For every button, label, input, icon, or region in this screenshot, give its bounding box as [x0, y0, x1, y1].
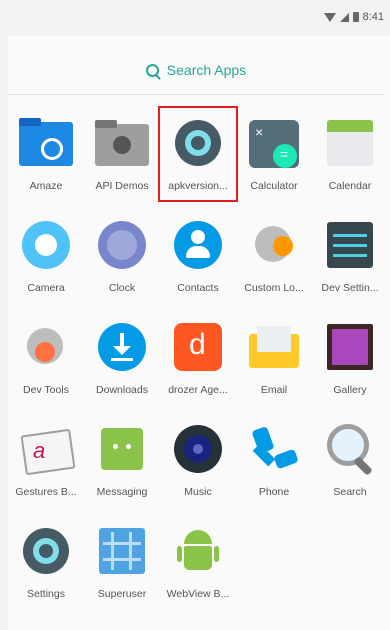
- app-music[interactable]: Music: [160, 414, 236, 506]
- downloads-icon: [93, 318, 151, 376]
- android-icon: [169, 522, 227, 580]
- app-label: Dev Settin...: [321, 282, 379, 294]
- calculator-icon: × =: [245, 114, 303, 172]
- drozer-icon: d: [169, 318, 227, 376]
- app-label: Messaging: [96, 486, 148, 498]
- app-label: Clock: [108, 282, 136, 294]
- app-contacts[interactable]: Contacts: [160, 210, 236, 302]
- superuser-icon: [93, 522, 151, 580]
- gallery-icon: [321, 318, 379, 376]
- app-label: apkversion...: [168, 180, 228, 192]
- custom-locale-icon: [245, 216, 303, 274]
- app-amaze[interactable]: Amaze: [8, 108, 84, 200]
- api-demos-folder-icon: [93, 114, 151, 172]
- app-drozer[interactable]: d drozer Age...: [160, 312, 236, 404]
- app-label: Music: [184, 486, 212, 498]
- app-dev-settings[interactable]: Dev Settin...: [312, 210, 388, 302]
- gestures-icon: a: [17, 420, 76, 478]
- app-label: Phone: [258, 486, 290, 498]
- app-drawer: Search Apps Amaze API Demos apkversion..…: [8, 36, 390, 630]
- app-label: drozer Age...: [168, 384, 228, 396]
- status-time: 8:41: [362, 11, 384, 23]
- app-label: Gestures B...: [15, 486, 77, 498]
- dev-tools-icon: [17, 318, 75, 376]
- phone-icon: [245, 420, 303, 478]
- app-label: Downloads: [96, 384, 148, 396]
- app-calculator[interactable]: × = Calculator: [236, 108, 312, 200]
- app-gestures[interactable]: a Gestures B...: [8, 414, 84, 506]
- search-icon: [145, 63, 159, 77]
- wifi-icon: [323, 12, 336, 22]
- app-label: WebView B...: [166, 588, 230, 600]
- email-icon: [245, 318, 303, 376]
- calendar-icon: [321, 114, 379, 172]
- app-label: Email: [260, 384, 288, 396]
- app-label: Superuser: [97, 588, 147, 600]
- clock-icon: [93, 216, 151, 274]
- app-email[interactable]: Email: [236, 312, 312, 404]
- app-clock[interactable]: Clock: [84, 210, 160, 302]
- app-gallery[interactable]: Gallery: [312, 312, 388, 404]
- camera-icon: [17, 216, 75, 274]
- search-apps-label: Search Apps: [166, 62, 247, 78]
- app-camera[interactable]: Camera: [8, 210, 84, 302]
- app-phone[interactable]: Phone: [236, 414, 312, 506]
- battery-icon: [352, 12, 359, 22]
- app-label: Search: [333, 486, 367, 498]
- app-apkversion[interactable]: apkversion...: [158, 106, 238, 202]
- messaging-icon: [93, 420, 151, 478]
- app-superuser[interactable]: Superuser: [84, 516, 160, 608]
- app-label: Amaze: [29, 180, 63, 192]
- search-apps-bar[interactable]: Search Apps: [8, 50, 384, 90]
- app-search[interactable]: Search: [312, 414, 388, 506]
- app-calendar[interactable]: Calendar: [312, 108, 388, 200]
- app-label: Calculator: [250, 180, 298, 192]
- app-webview[interactable]: WebView B...: [160, 516, 236, 608]
- app-label: Gallery: [333, 384, 367, 396]
- status-bar: 8:41: [0, 0, 390, 34]
- app-messaging[interactable]: Messaging: [84, 414, 160, 506]
- app-downloads[interactable]: Downloads: [84, 312, 160, 404]
- magnifier-icon: [321, 420, 379, 478]
- contacts-icon: [169, 216, 227, 274]
- app-label: Camera: [27, 282, 65, 294]
- app-dev-tools[interactable]: Dev Tools: [8, 312, 84, 404]
- dev-settings-icon: [321, 216, 379, 274]
- app-label: API Demos: [95, 180, 149, 192]
- app-label: Custom Lo...: [244, 282, 304, 294]
- app-label: Calendar: [328, 180, 372, 192]
- music-icon: [169, 420, 227, 478]
- app-label: Dev Tools: [23, 384, 69, 396]
- divider: [8, 94, 384, 95]
- app-label: Contacts: [177, 282, 219, 294]
- app-api-demos[interactable]: API Demos: [84, 108, 160, 200]
- app-settings[interactable]: Settings: [8, 516, 84, 608]
- gear-icon: [169, 114, 227, 172]
- signal-icon: [339, 12, 349, 22]
- settings-icon: [17, 522, 75, 580]
- app-custom-locale[interactable]: Custom Lo...: [236, 210, 312, 302]
- amaze-folder-icon: [17, 114, 75, 172]
- app-label: Settings: [27, 588, 65, 600]
